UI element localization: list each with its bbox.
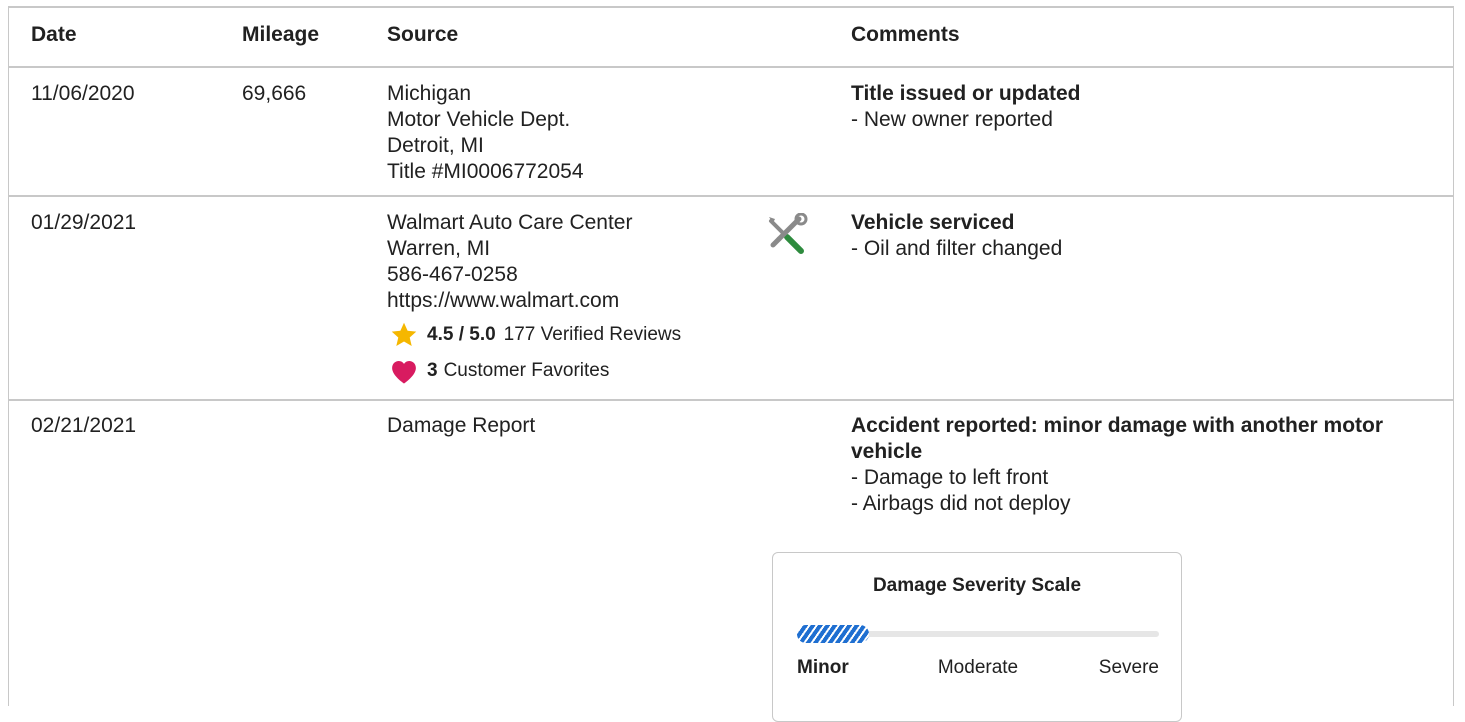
severity-fill — [797, 625, 869, 643]
severity-label-severe: Severe — [1098, 657, 1159, 678]
table-row: 02/21/2021 Damage Report Accident report… — [9, 401, 1453, 721]
comment-title-continued: vehicle — [851, 440, 923, 463]
comment-item: - Airbags did not deploy — [851, 492, 1071, 515]
severity-label-moderate: Moderate — [937, 657, 1019, 678]
row-mileage: 69,666 — [242, 82, 307, 105]
favorites-row[interactable]: 3 Customer Favorites — [389, 357, 609, 385]
rating-reviews: 177 Verified Reviews — [503, 324, 682, 345]
header-comments: Comments — [851, 23, 960, 46]
source-link[interactable]: https://www.walmart.com — [387, 288, 632, 314]
damage-severity-scale: Damage Severity Scale Minor Moderate Sev… — [772, 552, 1182, 722]
row-source: Damage Report — [387, 413, 535, 439]
severity-label-minor: Minor — [797, 657, 849, 678]
severity-track — [797, 625, 1159, 643]
star-icon — [389, 321, 419, 349]
comment-item: - New owner reported — [851, 108, 1053, 131]
table-row: 01/29/2021 Walmart Auto Care Center Warr… — [9, 197, 1453, 401]
row-source: Michigan Motor Vehicle Dept. Detroit, MI… — [387, 81, 584, 185]
source-line: Michigan — [387, 82, 472, 105]
vehicle-history-table: Date Mileage Source Comments 11/06/2020 … — [8, 6, 1454, 722]
source-line: Walmart Auto Care Center — [387, 211, 633, 234]
row-date: 11/06/2020 — [31, 82, 135, 105]
row-comments: Vehicle serviced - Oil and filter change… — [851, 210, 1062, 262]
favorites-count: 3 — [427, 360, 438, 381]
row-comments: Accident reported: minor damage with ano… — [851, 413, 1383, 517]
heart-icon — [389, 357, 419, 385]
row-date: 02/21/2021 — [31, 414, 137, 437]
row-date: 01/29/2021 — [31, 211, 137, 234]
row-source: Walmart Auto Care Center Warren, MI 586-… — [387, 210, 632, 314]
row-comments: Title issued or updated - New owner repo… — [851, 81, 1080, 133]
comment-title: Vehicle serviced — [851, 211, 1015, 234]
rating-row[interactable]: 4.5 / 5.0 177 Verified Reviews — [389, 321, 681, 349]
comment-item: - Damage to left front — [851, 466, 1049, 489]
rating-score: 4.5 / 5.0 — [427, 324, 496, 345]
source-line: Warren, MI — [387, 237, 491, 260]
comment-title: Accident reported: minor damage with ano… — [851, 414, 1384, 437]
header-source: Source — [387, 23, 459, 46]
header-mileage: Mileage — [242, 23, 320, 46]
wrench-screwdriver-icon — [765, 212, 809, 262]
header-date: Date — [31, 23, 77, 46]
severity-scale-title: Damage Severity Scale — [872, 575, 1082, 596]
table-header-row: Date Mileage Source Comments — [9, 8, 1453, 68]
comment-title: Title issued or updated — [851, 82, 1081, 105]
source-line: Detroit, MI — [387, 134, 484, 157]
source-line: Title #MI0006772054 — [387, 160, 584, 183]
comment-item: - Oil and filter changed — [851, 237, 1063, 260]
source-line: 586-467-0258 — [387, 263, 518, 286]
source-line: Motor Vehicle Dept. — [387, 108, 571, 131]
favorites-label: Customer Favorites — [443, 360, 610, 381]
table-row: 11/06/2020 69,666 Michigan Motor Vehicle… — [9, 68, 1453, 197]
source-line: Damage Report — [387, 414, 536, 437]
